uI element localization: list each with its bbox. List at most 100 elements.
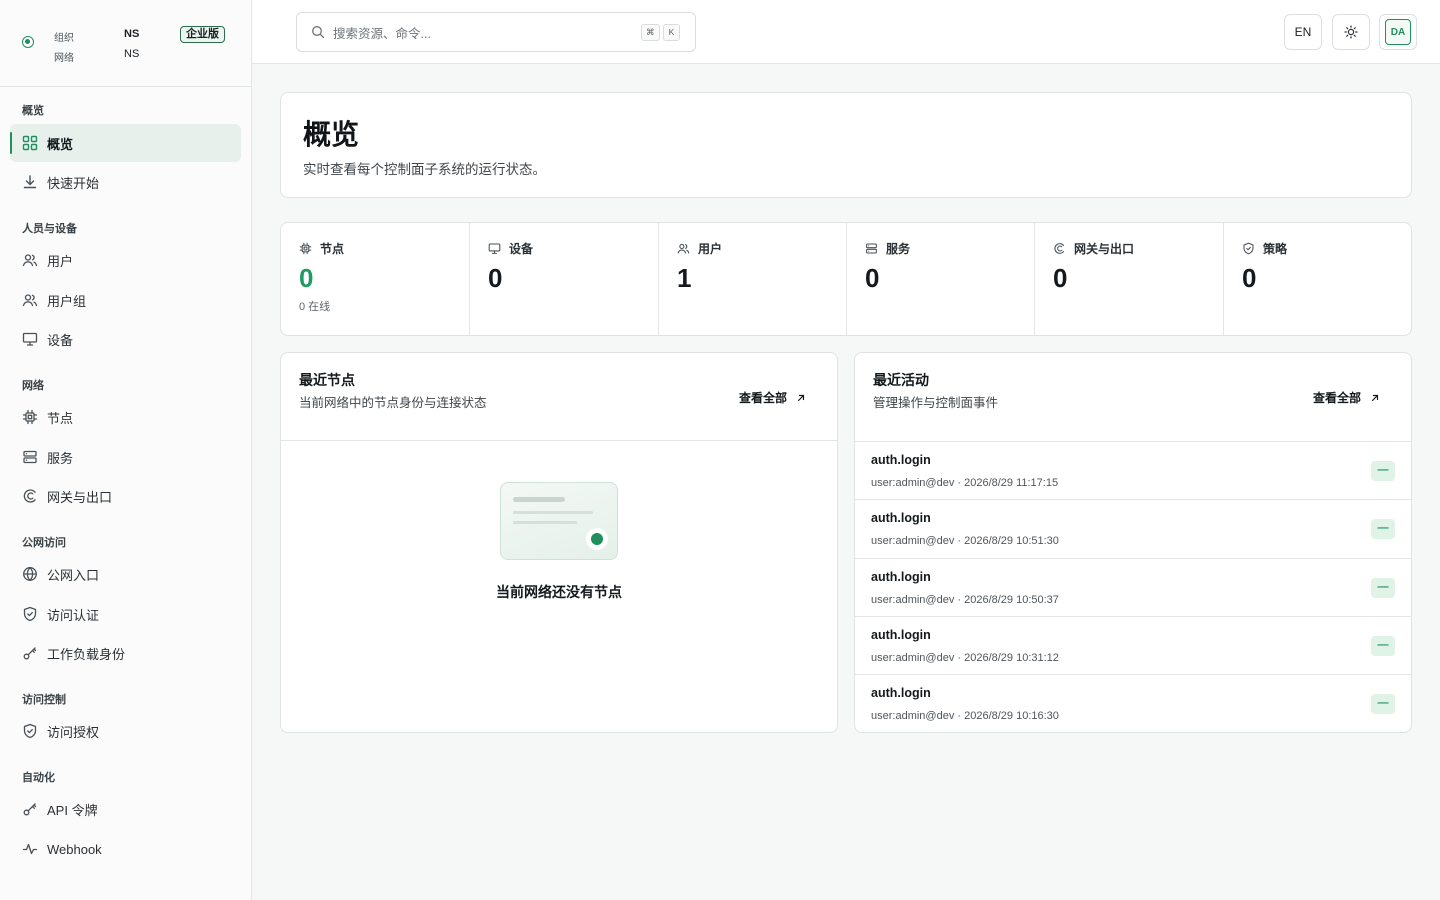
divider bbox=[281, 440, 837, 441]
empty-state-illustration bbox=[500, 482, 618, 560]
theme-toggle-button[interactable] bbox=[1332, 14, 1370, 50]
activity-row[interactable]: auth.login user:admin@dev · 2026/8/29 11… bbox=[855, 441, 1411, 499]
status-badge: — bbox=[1371, 519, 1395, 539]
sidebar-item-quickstart[interactable]: 快速开始 bbox=[10, 163, 241, 201]
key-icon bbox=[22, 801, 38, 817]
sidebar-item-label: 用户 bbox=[47, 253, 74, 269]
sidebar-item-user-groups[interactable]: 用户组 bbox=[10, 281, 241, 319]
recent-nodes-panel: 最近节点 当前网络中的节点身份与连接状态 查看全部 当前网络还没有节点 bbox=[280, 352, 838, 733]
status-badge: — bbox=[1371, 636, 1395, 656]
users-icon bbox=[677, 242, 690, 255]
user-group-icon bbox=[22, 292, 38, 308]
sidebar-item-webhook[interactable]: Webhook bbox=[10, 830, 241, 868]
sidebar-item-label: 工作负载身份 bbox=[47, 646, 126, 662]
stats-card: 节点 0 0 在线 设备 0 用户 1 服务 0 网关与出口 0 策略 0 bbox=[280, 222, 1412, 336]
activity-row[interactable]: auth.login user:admin@dev · 2026/8/29 10… bbox=[855, 499, 1411, 557]
stat-gateways[interactable]: 网关与出口 0 bbox=[1035, 223, 1224, 335]
activity-event: auth.login bbox=[871, 628, 931, 642]
kbd-k-key: K bbox=[663, 24, 680, 41]
org-label: 组织 bbox=[54, 33, 74, 44]
sidebar-item-services[interactable]: 服务 bbox=[10, 438, 241, 476]
activity-row[interactable]: auth.login user:admin@dev · 2026/8/29 10… bbox=[855, 674, 1411, 732]
nav-section-people: 人员与设备 bbox=[22, 223, 77, 235]
nav-section-network: 网络 bbox=[22, 380, 44, 392]
stat-label: 网关与出口 bbox=[1074, 242, 1135, 256]
sidebar-item-label: 节点 bbox=[47, 410, 74, 426]
status-badge: — bbox=[1371, 461, 1395, 481]
stat-policies[interactable]: 策略 0 bbox=[1224, 223, 1411, 335]
top-header: 搜索资源、命令... ⌘ K EN DA bbox=[252, 0, 1440, 64]
nav-section-access-control: 访问控制 bbox=[22, 694, 66, 706]
network-label: 网络 bbox=[54, 53, 74, 64]
server-icon bbox=[865, 242, 878, 255]
activity-row[interactable]: auth.login user:admin@dev · 2026/8/29 10… bbox=[855, 558, 1411, 616]
sidebar-item-workload-identity[interactable]: 工作负载身份 bbox=[10, 634, 241, 672]
panel-title: 最近节点 bbox=[299, 372, 355, 388]
chip-icon bbox=[22, 409, 38, 425]
sidebar-item-access-grants[interactable]: 访问授权 bbox=[10, 712, 241, 750]
server-icon bbox=[22, 449, 38, 465]
page-subtitle: 实时查看每个控制面子系统的运行状态。 bbox=[303, 162, 546, 177]
sidebar-item-label: 服务 bbox=[47, 450, 74, 466]
activity-meta: user:admin@dev · 2026/8/29 11:17:15 bbox=[871, 477, 1059, 489]
sidebar-item-public-ingress[interactable]: 公网入口 bbox=[10, 555, 241, 593]
search-input[interactable]: 搜索资源、命令... ⌘ K bbox=[296, 12, 696, 52]
sidebar: 组织 NS 网络 NS 企业版 概览 概览 快速开始 人员与设备 用户 用户组 … bbox=[0, 0, 252, 900]
gateway-icon bbox=[1053, 242, 1066, 255]
sidebar-item-label: 公网入口 bbox=[47, 567, 100, 583]
empty-state-text: 当前网络还没有节点 bbox=[496, 584, 622, 600]
globe-icon bbox=[22, 566, 38, 582]
view-all-activity-link[interactable]: 查看全部 bbox=[1313, 389, 1380, 406]
stat-value: 0 bbox=[1053, 263, 1068, 293]
activity-row[interactable]: auth.login user:admin@dev · 2026/8/29 10… bbox=[855, 616, 1411, 674]
edition-badge: 企业版 bbox=[180, 26, 225, 43]
nav-section-public-access: 公网访问 bbox=[22, 537, 66, 549]
users-icon bbox=[22, 252, 38, 268]
activity-event: auth.login bbox=[871, 570, 931, 584]
org-switcher[interactable]: 组织 NS 网络 NS 企业版 bbox=[0, 0, 251, 87]
view-all-nodes-link[interactable]: 查看全部 bbox=[739, 389, 806, 406]
activity-event: auth.login bbox=[871, 686, 931, 700]
sidebar-item-overview[interactable]: 概览 bbox=[10, 124, 241, 162]
panel-subtitle: 当前网络中的节点身份与连接状态 bbox=[299, 396, 487, 410]
nav-section-overview: 概览 bbox=[22, 105, 44, 117]
user-avatar-button[interactable]: DA bbox=[1379, 14, 1417, 50]
stat-label: 用户 bbox=[698, 242, 723, 256]
activity-meta: user:admin@dev · 2026/8/29 10:51:30 bbox=[871, 535, 1059, 547]
sidebar-item-access-auth[interactable]: 访问认证 bbox=[10, 595, 241, 633]
stat-devices[interactable]: 设备 0 bbox=[470, 223, 659, 335]
chip-icon bbox=[299, 242, 312, 255]
stat-label: 节点 bbox=[320, 242, 345, 256]
sidebar-item-devices[interactable]: 设备 bbox=[10, 320, 241, 358]
stat-users[interactable]: 用户 1 bbox=[659, 223, 847, 335]
stat-nodes[interactable]: 节点 0 0 在线 bbox=[281, 223, 470, 335]
status-badge: — bbox=[1371, 578, 1395, 598]
stat-value: 0 bbox=[865, 263, 880, 293]
sidebar-item-label: 设备 bbox=[47, 332, 74, 348]
stat-header: 策略 bbox=[1242, 240, 1287, 257]
stat-header: 服务 bbox=[865, 240, 910, 257]
link-label: 查看全部 bbox=[1313, 391, 1362, 405]
monitor-icon bbox=[22, 331, 38, 347]
sidebar-item-api-tokens[interactable]: API 令牌 bbox=[10, 790, 241, 828]
key-icon bbox=[22, 645, 38, 661]
stat-value: 0 bbox=[299, 263, 314, 293]
network-value: NS bbox=[124, 48, 140, 60]
language-button[interactable]: EN bbox=[1284, 14, 1322, 50]
panel-title: 最近活动 bbox=[873, 372, 929, 388]
sidebar-item-users[interactable]: 用户 bbox=[10, 241, 241, 279]
dashboard-grid-icon bbox=[22, 135, 38, 151]
sidebar-item-label: API 令牌 bbox=[47, 802, 98, 818]
page-title: 概览 bbox=[303, 119, 360, 150]
activity-meta: user:admin@dev · 2026/8/29 10:31:12 bbox=[871, 652, 1059, 664]
sidebar-item-label: 用户组 bbox=[47, 293, 87, 309]
sidebar-item-nodes[interactable]: 节点 bbox=[10, 398, 241, 436]
stat-header: 节点 bbox=[299, 240, 344, 257]
sidebar-item-gateways[interactable]: 网关与出口 bbox=[10, 477, 241, 515]
stat-header: 网关与出口 bbox=[1053, 240, 1134, 257]
avatar: DA bbox=[1385, 19, 1411, 45]
page-header-card: 概览 实时查看每个控制面子系统的运行状态。 bbox=[280, 92, 1412, 198]
stat-services[interactable]: 服务 0 bbox=[847, 223, 1035, 335]
sun-icon bbox=[1344, 25, 1358, 39]
stat-value: 1 bbox=[677, 263, 692, 293]
